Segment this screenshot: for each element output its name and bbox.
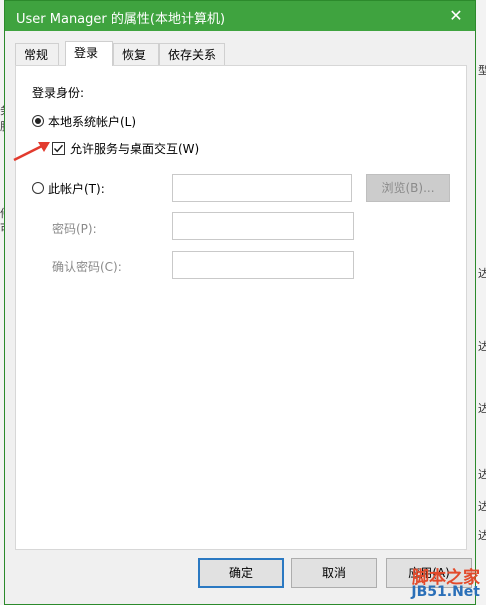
background-text: 达 (478, 500, 486, 513)
this-account-radio[interactable] (32, 182, 44, 194)
checkmark-icon (53, 144, 64, 153)
logon-as-label: 登录身份: (32, 86, 85, 100)
background-text: 达 (478, 267, 486, 280)
tab-dependencies[interactable]: 依存关系 (159, 43, 225, 65)
confirm-password-input[interactable] (172, 251, 354, 279)
password-label: 密码(P): (52, 222, 97, 236)
browse-button[interactable]: 浏览(B)... (366, 174, 450, 202)
tab-general[interactable]: 常规 (15, 43, 59, 65)
logon-panel: 登录身份: 本地系统帐户(L) 允许服务与桌面交互(W) 此帐户(T): 浏览(… (15, 65, 467, 550)
radio-selected-dot (35, 118, 41, 124)
cancel-button[interactable]: 取消 (291, 558, 377, 588)
tab-recovery[interactable]: 恢复 (113, 43, 159, 65)
properties-dialog: User Manager 的属性(本地计算机) ✕ 常规 登录 恢复 依存关系 … (4, 0, 476, 605)
local-system-label[interactable]: 本地系统帐户(L) (48, 113, 136, 130)
confirm-password-label: 确认密码(C): (52, 260, 122, 274)
password-input[interactable] (172, 212, 354, 240)
ok-button[interactable]: 确定 (198, 558, 284, 588)
background-text: 达 (478, 340, 486, 353)
annotation-arrow-icon (13, 142, 50, 162)
account-input[interactable] (172, 174, 352, 202)
window-title: User Manager 的属性(本地计算机) (16, 12, 226, 27)
background-text: 达 (478, 468, 486, 481)
this-account-label[interactable]: 此帐户(T): (48, 180, 105, 197)
background-text: 达 (478, 529, 486, 542)
title-bar[interactable]: User Manager 的属性(本地计算机) ✕ (5, 1, 475, 31)
allow-desktop-label[interactable]: 允许服务与桌面交互(W) (70, 140, 199, 157)
local-system-radio[interactable] (32, 115, 44, 127)
background-text: 型 (478, 64, 486, 77)
background-text: 达 (478, 402, 486, 415)
close-button[interactable]: ✕ (443, 4, 469, 28)
tab-logon[interactable]: 登录 (65, 41, 113, 66)
watermark-url: JB51.Net (411, 584, 480, 600)
